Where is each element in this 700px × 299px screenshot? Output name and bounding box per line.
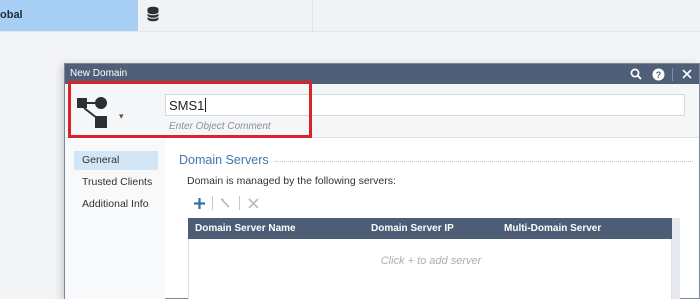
- edit-icon[interactable]: [218, 195, 234, 211]
- app-top-bar: obal: [0, 0, 700, 32]
- section-title: Domain Servers: [179, 153, 269, 167]
- dialog-titlebar: New Domain ?: [65, 64, 699, 84]
- column-header[interactable]: Domain Server Name: [195, 223, 296, 234]
- sidebar-item-label: General: [82, 154, 120, 166]
- dialog-sidebar: General Trusted Clients Additional Info: [65, 139, 165, 299]
- sidebar-item-label: Additional Info: [82, 198, 149, 210]
- delete-icon[interactable]: [245, 195, 261, 211]
- servers-table-body: Click + to add server: [188, 239, 672, 299]
- sidebar-item-label: Trusted Clients: [82, 176, 153, 188]
- sidebar-item-general[interactable]: General: [74, 151, 158, 170]
- empty-table-message: Click + to add server: [380, 255, 482, 267]
- section-description: Domain is managed by the following serve…: [187, 175, 396, 187]
- new-domain-dialog: New Domain ? ▾ SMS1 Enter Object Comment…: [64, 63, 700, 299]
- titlebar-divider: [672, 67, 673, 81]
- global-tab-label: obal: [0, 9, 23, 21]
- add-icon[interactable]: [191, 195, 207, 211]
- chevron-down-icon[interactable]: ▾: [119, 111, 124, 122]
- global-tab[interactable]: obal: [0, 0, 138, 31]
- object-header: ▾ SMS1 Enter Object Comment: [65, 84, 699, 138]
- database-tab[interactable]: [138, 0, 313, 31]
- object-name-value: SMS1: [169, 98, 205, 113]
- object-comment-input[interactable]: Enter Object Comment: [169, 121, 469, 135]
- comment-placeholder: Enter Object Comment: [169, 121, 271, 132]
- svg-text:?: ?: [655, 70, 661, 80]
- toolbar-divider: [212, 196, 213, 210]
- search-icon[interactable]: [628, 66, 644, 82]
- object-name-input[interactable]: SMS1: [165, 94, 685, 116]
- sidebar-item-trusted-clients[interactable]: Trusted Clients: [74, 173, 158, 192]
- close-icon[interactable]: [679, 66, 695, 82]
- servers-table-header: Domain Server Name Domain Server IP Mult…: [188, 218, 672, 239]
- servers-toolbar: [191, 194, 261, 212]
- text-cursor: [205, 98, 207, 112]
- sidebar-item-additional-info[interactable]: Additional Info: [74, 195, 158, 214]
- section-divider: [275, 161, 693, 162]
- column-header[interactable]: Multi-Domain Server: [504, 223, 601, 234]
- toolbar-divider: [239, 196, 240, 210]
- domain-topology-icon[interactable]: [75, 94, 111, 130]
- table-scrollbar[interactable]: [672, 218, 680, 299]
- database-icon: [147, 6, 159, 22]
- general-panel: Domain Servers Domain is managed by the …: [165, 139, 699, 299]
- dialog-title: New Domain: [70, 68, 128, 79]
- help-icon[interactable]: ?: [650, 66, 666, 82]
- titlebar-controls: ?: [622, 64, 695, 84]
- column-header[interactable]: Domain Server IP: [371, 223, 454, 234]
